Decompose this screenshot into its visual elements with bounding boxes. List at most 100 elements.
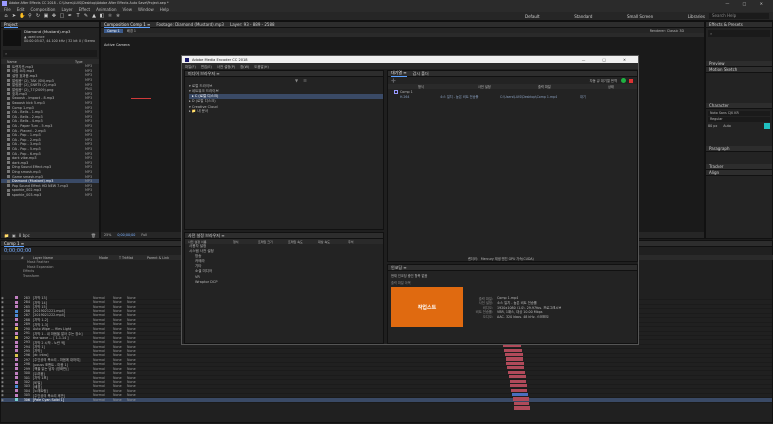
label-color[interactable] xyxy=(15,331,18,335)
label-color[interactable] xyxy=(15,398,18,402)
layer-bar[interactable] xyxy=(506,361,524,366)
label-color[interactable] xyxy=(15,358,18,362)
layer-trkmat[interactable]: None xyxy=(113,309,127,313)
tab-preset-browser[interactable]: 사전 설정 브라우저 ≡ xyxy=(188,233,225,239)
layer-parent[interactable]: None xyxy=(127,367,141,371)
layer-trkmat[interactable]: None xyxy=(113,376,127,380)
layer-trkmat[interactable]: None xyxy=(113,393,127,397)
layer-bar[interactable] xyxy=(514,406,530,410)
puppet-tool-icon[interactable]: ✯ xyxy=(115,13,121,19)
font-style-dropdown[interactable]: Regular xyxy=(708,117,770,122)
layer-parent[interactable]: None xyxy=(127,389,141,393)
list-item[interactable]: sparkle_002.mp3 MP3 xyxy=(1,188,99,193)
menu-effect[interactable]: Effect xyxy=(79,7,91,12)
layer-trkmat[interactable]: None xyxy=(113,318,127,322)
delete-icon[interactable]: 🗑 xyxy=(91,233,96,238)
eye-icon[interactable]: ◉ xyxy=(1,376,15,380)
label-color[interactable] xyxy=(15,322,18,326)
layer-parent[interactable]: None xyxy=(127,331,141,335)
list-item[interactable]: Swoosh kick 5.mp3 MP3 xyxy=(1,101,99,106)
leading-field[interactable]: Auto xyxy=(723,124,731,128)
eye-icon[interactable]: ◉ xyxy=(1,384,15,388)
project-search-input[interactable]: ⌕ xyxy=(3,50,97,57)
label-color[interactable] xyxy=(15,349,18,353)
tree-my-documents[interactable]: ▸ 📁 내 문서 xyxy=(189,109,383,114)
tab-tracker[interactable]: Tracker xyxy=(709,164,723,169)
col-mode[interactable]: Mode xyxy=(99,256,119,260)
label-color[interactable] xyxy=(15,327,18,331)
col-layer-name[interactable]: Layer Name xyxy=(33,256,99,260)
tab-composition[interactable]: Composition Comp 1 ≡ xyxy=(104,22,151,28)
eye-icon[interactable]: ◉ xyxy=(1,313,15,317)
menu-composition[interactable]: Composition xyxy=(30,7,55,12)
stop-queue-button[interactable] xyxy=(629,78,633,83)
type-tool-icon[interactable]: T xyxy=(75,13,81,19)
layer-mode[interactable]: Normal xyxy=(93,305,113,309)
auto-encode-checkbox[interactable]: 자동 큐 대기열 번역 xyxy=(590,78,617,83)
layer-bar[interactable] xyxy=(511,388,528,392)
label-color[interactable] xyxy=(15,362,18,366)
encoder-menu-help[interactable]: 도움말(H) xyxy=(254,64,269,69)
layer-mode[interactable]: Normal xyxy=(93,331,113,335)
layer-mode[interactable]: Normal xyxy=(93,380,113,384)
eye-icon[interactable]: ◉ xyxy=(1,358,15,362)
layer-parent[interactable]: None xyxy=(127,358,141,362)
add-source-icon[interactable]: ➕ xyxy=(391,78,396,83)
label-color[interactable] xyxy=(15,296,18,300)
menu-edit[interactable]: Edit xyxy=(17,7,25,12)
list-item[interactable]: Diamond (Mustard).mp3 MP3 xyxy=(1,178,99,184)
eye-icon[interactable]: ◉ xyxy=(1,305,15,309)
layer-parent[interactable]: None xyxy=(127,384,141,388)
tab-paragraph[interactable]: Paragraph xyxy=(709,146,730,151)
layer-trkmat[interactable]: None xyxy=(113,384,127,388)
layer-mode[interactable]: Normal xyxy=(93,353,113,357)
list-item[interactable]: Ding smash.mp3 MP3 xyxy=(1,170,99,175)
eye-icon[interactable]: ◉ xyxy=(1,345,15,349)
layer-trkmat[interactable]: None xyxy=(113,398,127,402)
menu-window[interactable]: Window xyxy=(138,7,154,12)
workspace-standard[interactable]: Standard xyxy=(574,14,592,19)
zoom-tool-icon[interactable]: ⚲ xyxy=(27,13,33,19)
eye-icon[interactable]: ◉ xyxy=(1,380,15,384)
layer-trkmat[interactable]: None xyxy=(113,353,127,357)
layer-mode[interactable]: Normal xyxy=(93,322,113,326)
eye-icon[interactable]: ◉ xyxy=(1,371,15,375)
layer-name[interactable]: [Pale Cyan Solid 1] xyxy=(33,398,93,402)
menu-help[interactable]: Help xyxy=(160,7,169,12)
tab-encoding[interactable]: 인코딩 ≡ xyxy=(391,265,407,271)
layer-mode[interactable]: Normal xyxy=(93,327,113,331)
label-color[interactable] xyxy=(15,380,18,384)
layer-parent[interactable]: None xyxy=(127,336,141,340)
list-item[interactable]: OA - Placed - 2.mp3 MP3 xyxy=(1,128,99,133)
layer-trkmat[interactable]: None xyxy=(113,349,127,353)
list-item[interactable]: OA - Paper Turn - 5.mp3 MP3 xyxy=(1,124,99,129)
layer-trkmat[interactable]: None xyxy=(113,296,127,300)
camera-tool-icon[interactable]: ▣ xyxy=(43,13,49,19)
layer-parent[interactable]: None xyxy=(127,371,141,375)
new-comp-icon[interactable]: ▣ xyxy=(12,233,16,238)
subtab-bg1[interactable]: 배경 1 xyxy=(127,28,136,33)
eye-icon[interactable]: ◉ xyxy=(1,353,15,357)
tab-character[interactable]: Character xyxy=(709,103,729,108)
encoder-menu-file[interactable]: 파일(F) xyxy=(185,64,196,69)
eye-icon[interactable]: ◉ xyxy=(1,300,15,304)
layer-mode[interactable]: Normal xyxy=(93,300,113,304)
layer-mode[interactable]: Normal xyxy=(93,340,113,344)
eye-icon[interactable]: ◉ xyxy=(1,362,15,366)
pan-tool-icon[interactable]: ✥ xyxy=(51,13,57,19)
encoder-window-controls[interactable]: — □ ✕ xyxy=(582,58,634,62)
tab-motion-sketch[interactable]: Motion Sketch xyxy=(709,67,737,72)
label-color[interactable] xyxy=(15,371,18,375)
start-queue-button[interactable] xyxy=(621,78,626,83)
list-item[interactable]: OA - Bells - 4.mp3 MP3 xyxy=(1,119,99,124)
filter-icon[interactable]: ▼ xyxy=(295,78,298,83)
label-color[interactable] xyxy=(15,367,18,371)
layer-bar[interactable] xyxy=(508,370,525,374)
layer-parent[interactable]: None xyxy=(127,398,141,402)
layer-bar[interactable] xyxy=(504,348,522,352)
layer-trkmat[interactable]: None xyxy=(113,345,127,349)
queue-item-preset[interactable]: 소스 일치 - 높은 비트 전송률 xyxy=(440,94,500,99)
timeline-timecode[interactable]: 0;00;00;00 xyxy=(4,248,31,254)
layer-bar[interactable] xyxy=(513,401,530,406)
list-item[interactable]: sparkle_003.mp3 MP3 xyxy=(1,193,99,198)
